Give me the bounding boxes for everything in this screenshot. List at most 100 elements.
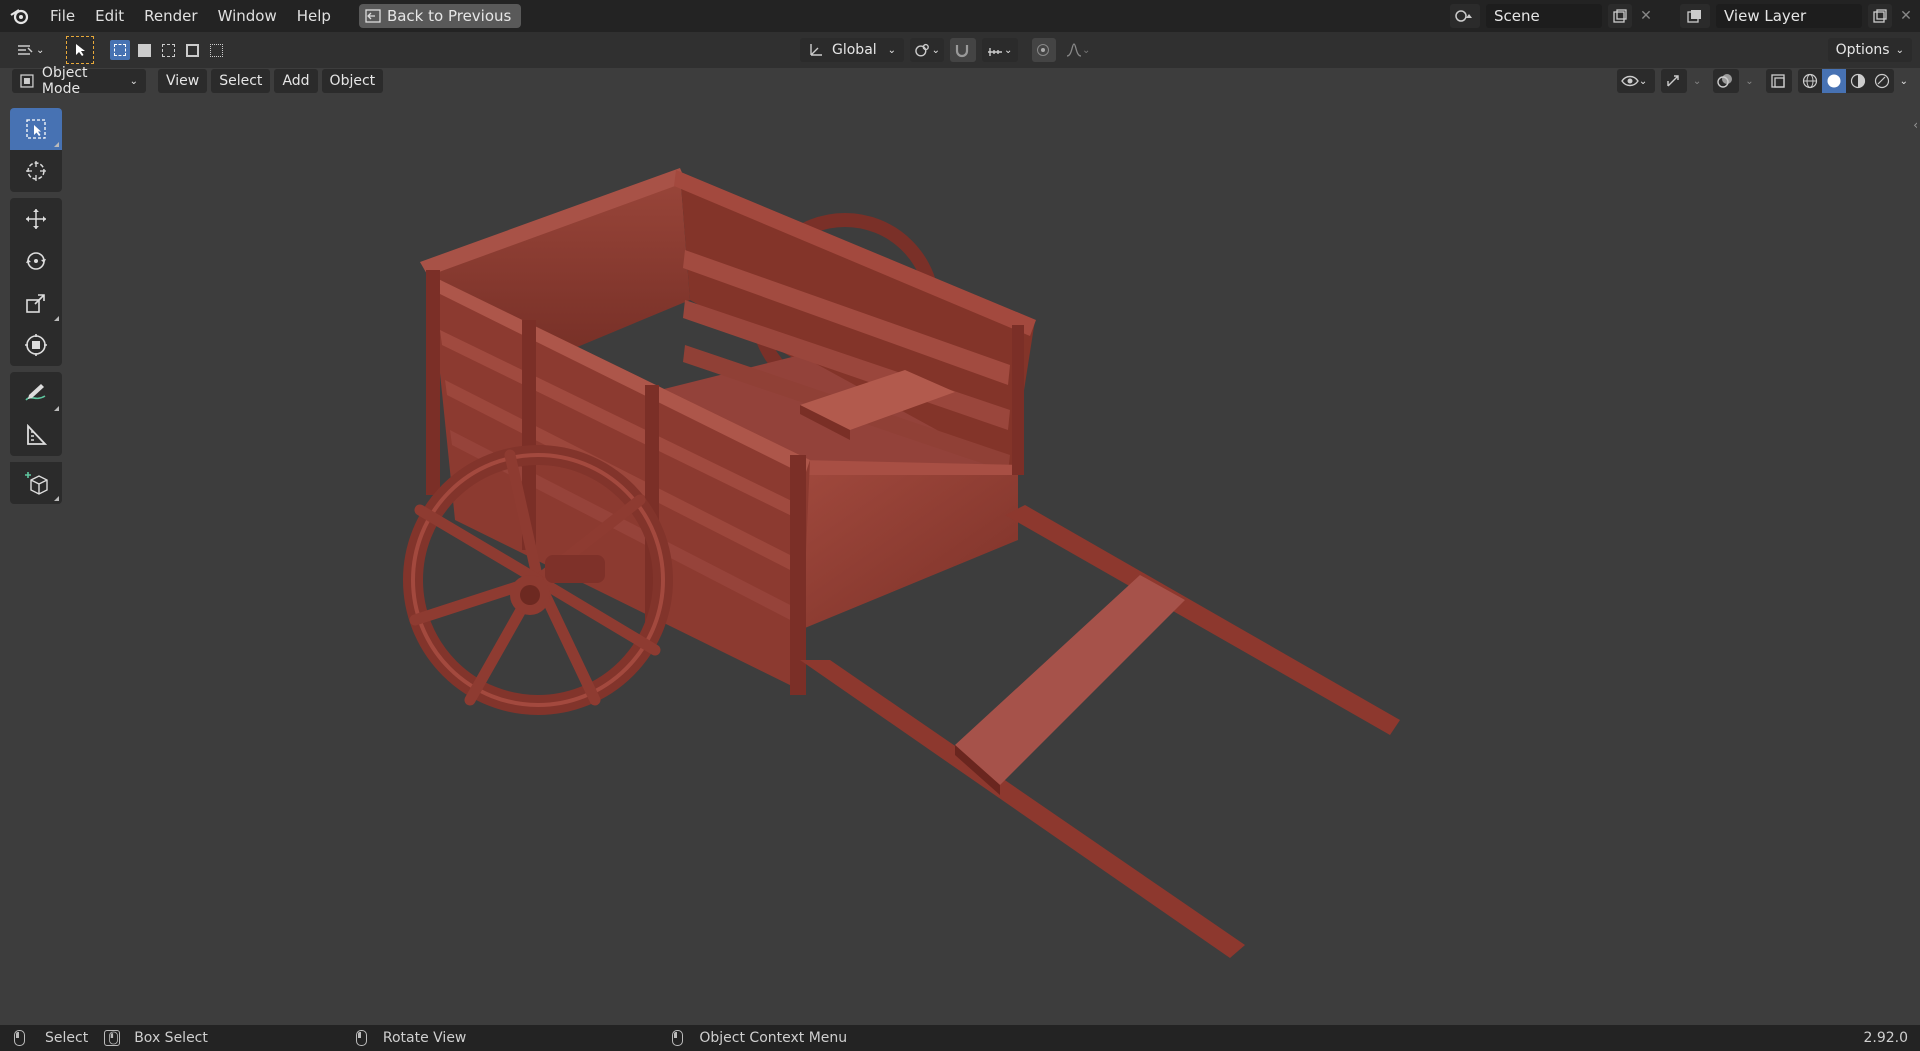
version-label: 2.92.0: [1863, 1030, 1908, 1046]
new-scene-icon[interactable]: [1608, 4, 1632, 28]
tool-settings-header: ⌄ Global ⌄ ⌄ ⌄ ⌄ Options ⌄: [0, 32, 1920, 68]
3d-viewport[interactable]: [0, 94, 1920, 1025]
back-to-previous-button[interactable]: Back to Previous: [358, 4, 522, 28]
cart-model: [403, 168, 1400, 958]
status-rotate-view: Rotate View: [208, 1030, 466, 1046]
xray-toggle[interactable]: [1765, 69, 1792, 93]
falloff-curve-icon: [1066, 43, 1082, 57]
menu-edit[interactable]: Edit: [85, 0, 134, 32]
wireframe-shading-icon[interactable]: [1798, 73, 1822, 89]
chevron-down-icon[interactable]: ⌄: [1900, 76, 1908, 87]
chevron-down-icon[interactable]: ⌄: [1693, 76, 1701, 87]
solid-shading-icon[interactable]: [1821, 69, 1846, 93]
view-layer-name: View Layer: [1724, 7, 1807, 25]
overlays-toggle[interactable]: [1713, 69, 1740, 93]
top-bar: File Edit Render Window Help Back to Pre…: [0, 0, 1920, 32]
delete-scene-icon[interactable]: ✕: [1638, 8, 1654, 24]
select-difference-icon[interactable]: [182, 40, 202, 60]
proportional-editing-icon: [1037, 44, 1049, 56]
object-mode-label: Object Mode: [41, 65, 88, 97]
viewport-menu-object[interactable]: Object: [321, 69, 384, 93]
menu-help[interactable]: Help: [287, 0, 341, 32]
tool-shelf: [10, 108, 62, 504]
pivot-point-dropdown[interactable]: ⌄: [910, 38, 944, 62]
material-preview-shading-icon[interactable]: [1846, 73, 1870, 89]
gizmo-toggle[interactable]: [1660, 69, 1687, 93]
delete-view-layer-icon[interactable]: ✕: [1898, 8, 1914, 24]
transform-orientation-dropdown[interactable]: Global ⌄: [800, 38, 904, 62]
select-extend-icon[interactable]: [134, 40, 154, 60]
transform-orientation-group: Global ⌄ ⌄ ⌄ ⌄: [800, 38, 1096, 62]
menu-render[interactable]: Render: [134, 0, 207, 32]
snap-target-dropdown[interactable]: ⌄: [982, 38, 1018, 62]
back-icon: [365, 9, 381, 23]
menu-file[interactable]: File: [40, 0, 85, 32]
scene-name: Scene: [1494, 7, 1540, 25]
pivot-point-icon: [915, 43, 929, 57]
status-select-label: Select: [45, 1030, 89, 1046]
proportional-editing-toggle[interactable]: [1032, 38, 1056, 62]
rendered-shading-icon[interactable]: [1870, 73, 1894, 89]
eye-icon: [1620, 75, 1639, 87]
status-box-select-label: Box Select: [134, 1030, 208, 1046]
gizmo-icon: [1667, 75, 1679, 87]
options-dropdown[interactable]: Options ⌄: [1827, 38, 1912, 62]
view-layer-browse-icon[interactable]: [1680, 4, 1710, 28]
status-context-menu-label: Object Context Menu: [699, 1030, 848, 1046]
menu-window[interactable]: Window: [208, 0, 287, 32]
viewport-menu-view[interactable]: View: [158, 69, 208, 93]
active-tool-indicator[interactable]: [66, 36, 95, 64]
options-label: Options: [1835, 42, 1890, 58]
middle-mouse-icon: [355, 1030, 367, 1046]
object-mode-icon: [20, 74, 34, 88]
status-bar: Select Box Select Rotate View Object Con…: [0, 1025, 1920, 1051]
visibility-dropdown[interactable]: ⌄: [1616, 69, 1655, 93]
chevron-down-icon: ⌄: [36, 44, 45, 56]
back-to-previous-label: Back to Previous: [386, 7, 512, 25]
scene-browse-icon[interactable]: [1450, 4, 1480, 28]
workspace-fields: Scene ✕ View Layer ✕: [1450, 0, 1920, 32]
left-mouse-icon: [14, 1030, 25, 1046]
viewport-menu-add[interactable]: Add: [274, 69, 318, 93]
viewport-header: Object Mode ⌄ View Select Add Object ⌄ ⌄…: [0, 65, 1920, 97]
proportional-falloff-dropdown[interactable]: ⌄: [1062, 38, 1096, 62]
status-box-select: Box Select: [88, 1030, 208, 1046]
viewport-menu-select[interactable]: Select: [211, 69, 271, 93]
status-select: Select: [0, 1030, 88, 1046]
annotate-icon[interactable]: [10, 372, 62, 414]
snap-toggle[interactable]: [950, 38, 976, 62]
sidebar-toggle-icon[interactable]: ‹: [1913, 118, 1918, 132]
magnet-icon: [955, 45, 969, 58]
object-mode-dropdown[interactable]: Object Mode ⌄: [12, 65, 146, 97]
chevron-down-icon: ⌄: [1638, 75, 1648, 87]
view-layer-name-field[interactable]: View Layer: [1716, 4, 1862, 28]
select-box-icon[interactable]: [10, 108, 62, 150]
select-intersect-icon[interactable]: [206, 40, 226, 60]
scale-icon[interactable]: [10, 282, 62, 324]
xray-icon: [1770, 74, 1785, 88]
chevron-down-icon: ⌄: [887, 44, 896, 56]
transform-icon[interactable]: [10, 324, 62, 366]
move-icon[interactable]: [10, 198, 62, 240]
editor-type-dropdown[interactable]: ⌄: [8, 38, 52, 62]
scene-name-field[interactable]: Scene: [1486, 4, 1602, 28]
cursor-icon[interactable]: [10, 150, 62, 192]
drag-icon: [104, 1030, 121, 1046]
select-subtract-icon[interactable]: [158, 40, 178, 60]
right-mouse-icon: [672, 1030, 684, 1046]
select-new-icon[interactable]: [110, 40, 131, 60]
chevron-down-icon: ⌄: [1004, 44, 1013, 56]
measure-icon[interactable]: [10, 414, 62, 456]
status-context-menu: Object Context Menu: [466, 1030, 847, 1046]
chevron-down-icon[interactable]: ⌄: [1745, 76, 1753, 87]
chevron-down-icon: ⌄: [129, 75, 138, 87]
chevron-down-icon: ⌄: [1895, 44, 1904, 56]
new-view-layer-icon[interactable]: [1868, 4, 1892, 28]
add-cube-icon[interactable]: [10, 462, 62, 504]
blender-logo-icon[interactable]: [0, 0, 40, 32]
snap-increment-icon: [988, 48, 1002, 56]
shading-mode-group: [1797, 69, 1894, 93]
selection-mode-group: [110, 40, 226, 60]
rotate-icon[interactable]: [10, 240, 62, 282]
transform-orientation-value: Global: [832, 42, 877, 58]
